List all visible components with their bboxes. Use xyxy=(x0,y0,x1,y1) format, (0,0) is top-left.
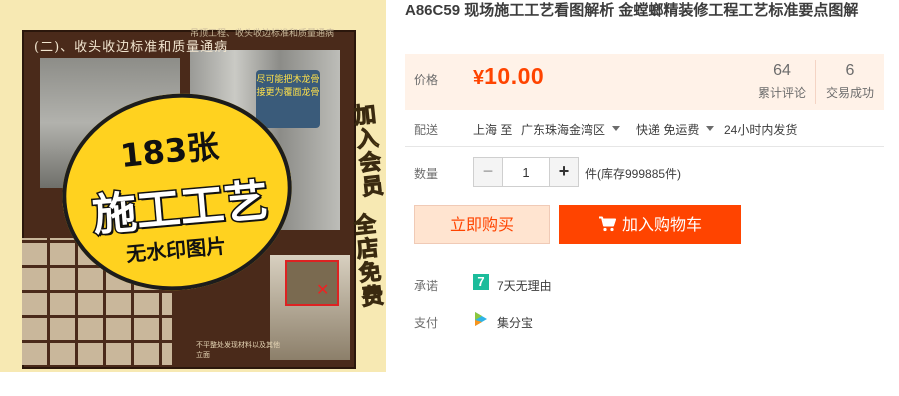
sales-label: 交易成功 xyxy=(825,86,874,100)
image-side-text-free: 全店免费 xyxy=(352,212,385,312)
image-subheader-text: 吊顶工程、收头收边标准和质量通病 xyxy=(190,29,335,39)
chevron-down-icon[interactable] xyxy=(612,126,620,131)
section-divider xyxy=(405,146,884,147)
ship-method-selector[interactable]: 快递 免运费 xyxy=(636,121,699,138)
reviews-stat[interactable]: 64 累计评论 xyxy=(749,62,815,101)
add-to-cart-label: 加入购物车 xyxy=(621,217,702,234)
product-image[interactable]: (二)、收头收边标准和质量通病 吊顶工程、收头收边标准和质量通病 尽可能把木龙骨… xyxy=(0,0,386,372)
cart-icon xyxy=(598,216,616,232)
reviews-label: 累计评论 xyxy=(757,86,806,100)
product-title: A86C59 现场施工工艺看图解析 金螳螂精装修工程工艺标准要点图解 xyxy=(405,2,859,19)
stock-text: 件(库存999885件) xyxy=(585,167,682,181)
currency-symbol: ¥ xyxy=(473,67,485,89)
image-x-mark-icon: ✕ xyxy=(316,282,330,299)
chevron-down-icon[interactable] xyxy=(706,126,714,131)
increase-button[interactable]: + xyxy=(549,158,578,186)
ship-time: 24小时内发货 xyxy=(724,123,798,137)
price-label: 价格 xyxy=(414,73,439,87)
sales-stat: 6 交易成功 xyxy=(817,62,883,101)
quantity-label: 数量 xyxy=(414,167,439,181)
quantity-input[interactable] xyxy=(503,158,549,186)
image-side-text-member: 加入会员 xyxy=(352,102,385,202)
ship-to-selector[interactable]: 广东珠海金湾区 xyxy=(521,121,605,138)
image-note-text: 尽可能把木龙骨接更为覆面龙骨 xyxy=(256,70,320,128)
price-amount: 10.00 xyxy=(484,63,545,89)
sales-count: 6 xyxy=(845,62,855,79)
buy-now-button[interactable]: 立即购买 xyxy=(414,205,550,244)
image-inset-photo xyxy=(285,260,339,306)
image-bottom-text: 不平整处发现材料以及其他立面 xyxy=(196,341,280,359)
stat-divider xyxy=(815,60,816,104)
promise-text[interactable]: 7天无理由 xyxy=(497,277,552,294)
quantity-stepper: − + xyxy=(473,157,579,187)
ship-from: 上海 至 xyxy=(473,123,513,137)
promise-label: 承诺 xyxy=(414,279,439,293)
decrease-button[interactable]: − xyxy=(474,158,503,186)
seven-day-return-icon: 7 xyxy=(473,274,489,290)
payment-text: 集分宝 xyxy=(497,316,534,330)
reviews-count: 64 xyxy=(773,62,791,79)
shipping-label: 配送 xyxy=(414,123,439,137)
add-to-cart-button[interactable]: 加入购物车 xyxy=(559,205,741,244)
price-value: ¥10.00 xyxy=(473,63,544,90)
jifenbao-icon xyxy=(475,312,487,326)
payment-label: 支付 xyxy=(414,316,439,330)
